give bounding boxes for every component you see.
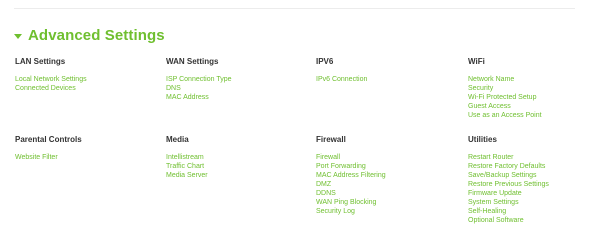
group-utilities: Utilities Restart Router Restore Factory… — [468, 135, 589, 225]
link-local-network-settings[interactable]: Local Network Settings — [15, 75, 166, 84]
link-security-log[interactable]: Security Log — [316, 207, 468, 216]
group-parental-controls: Parental Controls Website Filter — [15, 135, 166, 225]
link-network-name[interactable]: Network Name — [468, 75, 589, 84]
link-media-server[interactable]: Media Server — [166, 171, 316, 180]
link-guest-access[interactable]: Guest Access — [468, 102, 589, 111]
group-wifi: WiFi Network Name Security Wi-Fi Protect… — [468, 57, 589, 135]
group-heading: Firewall — [316, 135, 346, 144]
link-dmz[interactable]: DMZ — [316, 180, 468, 189]
link-system-settings[interactable]: System Settings — [468, 198, 589, 207]
link-security[interactable]: Security — [468, 84, 589, 93]
link-firewall[interactable]: Firewall — [316, 153, 468, 162]
link-restart-router[interactable]: Restart Router — [468, 153, 589, 162]
settings-grid: LAN Settings Local Network Settings Conn… — [15, 57, 589, 225]
group-heading: IPV6 — [316, 57, 334, 66]
link-self-healing[interactable]: Self-Healing — [468, 207, 589, 216]
link-restore-previous-settings[interactable]: Restore Previous Settings — [468, 180, 589, 189]
group-heading: Utilities — [468, 135, 497, 144]
group-heading: Parental Controls — [15, 135, 82, 144]
link-traffic-chart[interactable]: Traffic Chart — [166, 162, 316, 171]
group-wan-settings: WAN Settings ISP Connection Type DNS MAC… — [166, 57, 316, 135]
link-website-filter[interactable]: Website Filter — [15, 153, 166, 162]
group-ipv6: IPV6 IPv6 Connection — [316, 57, 468, 135]
link-firmware-update[interactable]: Firmware Update — [468, 189, 589, 198]
top-divider — [14, 8, 575, 9]
group-heading: WiFi — [468, 57, 485, 66]
advanced-settings-toggle[interactable]: Advanced Settings — [14, 27, 165, 44]
link-restore-factory-defaults[interactable]: Restore Factory Defaults — [468, 162, 589, 171]
triangle-down-icon — [14, 34, 22, 39]
link-ipv6-connection[interactable]: IPv6 Connection — [316, 75, 468, 84]
link-port-forwarding[interactable]: Port Forwarding — [316, 162, 468, 171]
link-mac-address-filtering[interactable]: MAC Address Filtering — [316, 171, 468, 180]
link-mac-address[interactable]: MAC Address — [166, 93, 316, 102]
group-media: Media Intellistream Traffic Chart Media … — [166, 135, 316, 225]
link-isp-connection-type[interactable]: ISP Connection Type — [166, 75, 316, 84]
link-save-backup-settings[interactable]: Save/Backup Settings — [468, 171, 589, 180]
link-connected-devices[interactable]: Connected Devices — [15, 84, 166, 93]
group-heading: Media — [166, 135, 189, 144]
link-use-as-access-point[interactable]: Use as an Access Point — [468, 111, 589, 120]
group-heading: WAN Settings — [166, 57, 219, 66]
section-title: Advanced Settings — [28, 27, 165, 44]
link-optional-software[interactable]: Optional Software — [468, 216, 589, 225]
link-wan-ping-blocking[interactable]: WAN Ping Blocking — [316, 198, 468, 207]
group-heading: LAN Settings — [15, 57, 66, 66]
link-wifi-protected-setup[interactable]: Wi-Fi Protected Setup — [468, 93, 589, 102]
link-dns[interactable]: DNS — [166, 84, 316, 93]
group-lan-settings: LAN Settings Local Network Settings Conn… — [15, 57, 166, 135]
group-firewall: Firewall Firewall Port Forwarding MAC Ad… — [316, 135, 468, 225]
link-ddns[interactable]: DDNS — [316, 189, 468, 198]
link-intellistream[interactable]: Intellistream — [166, 153, 316, 162]
